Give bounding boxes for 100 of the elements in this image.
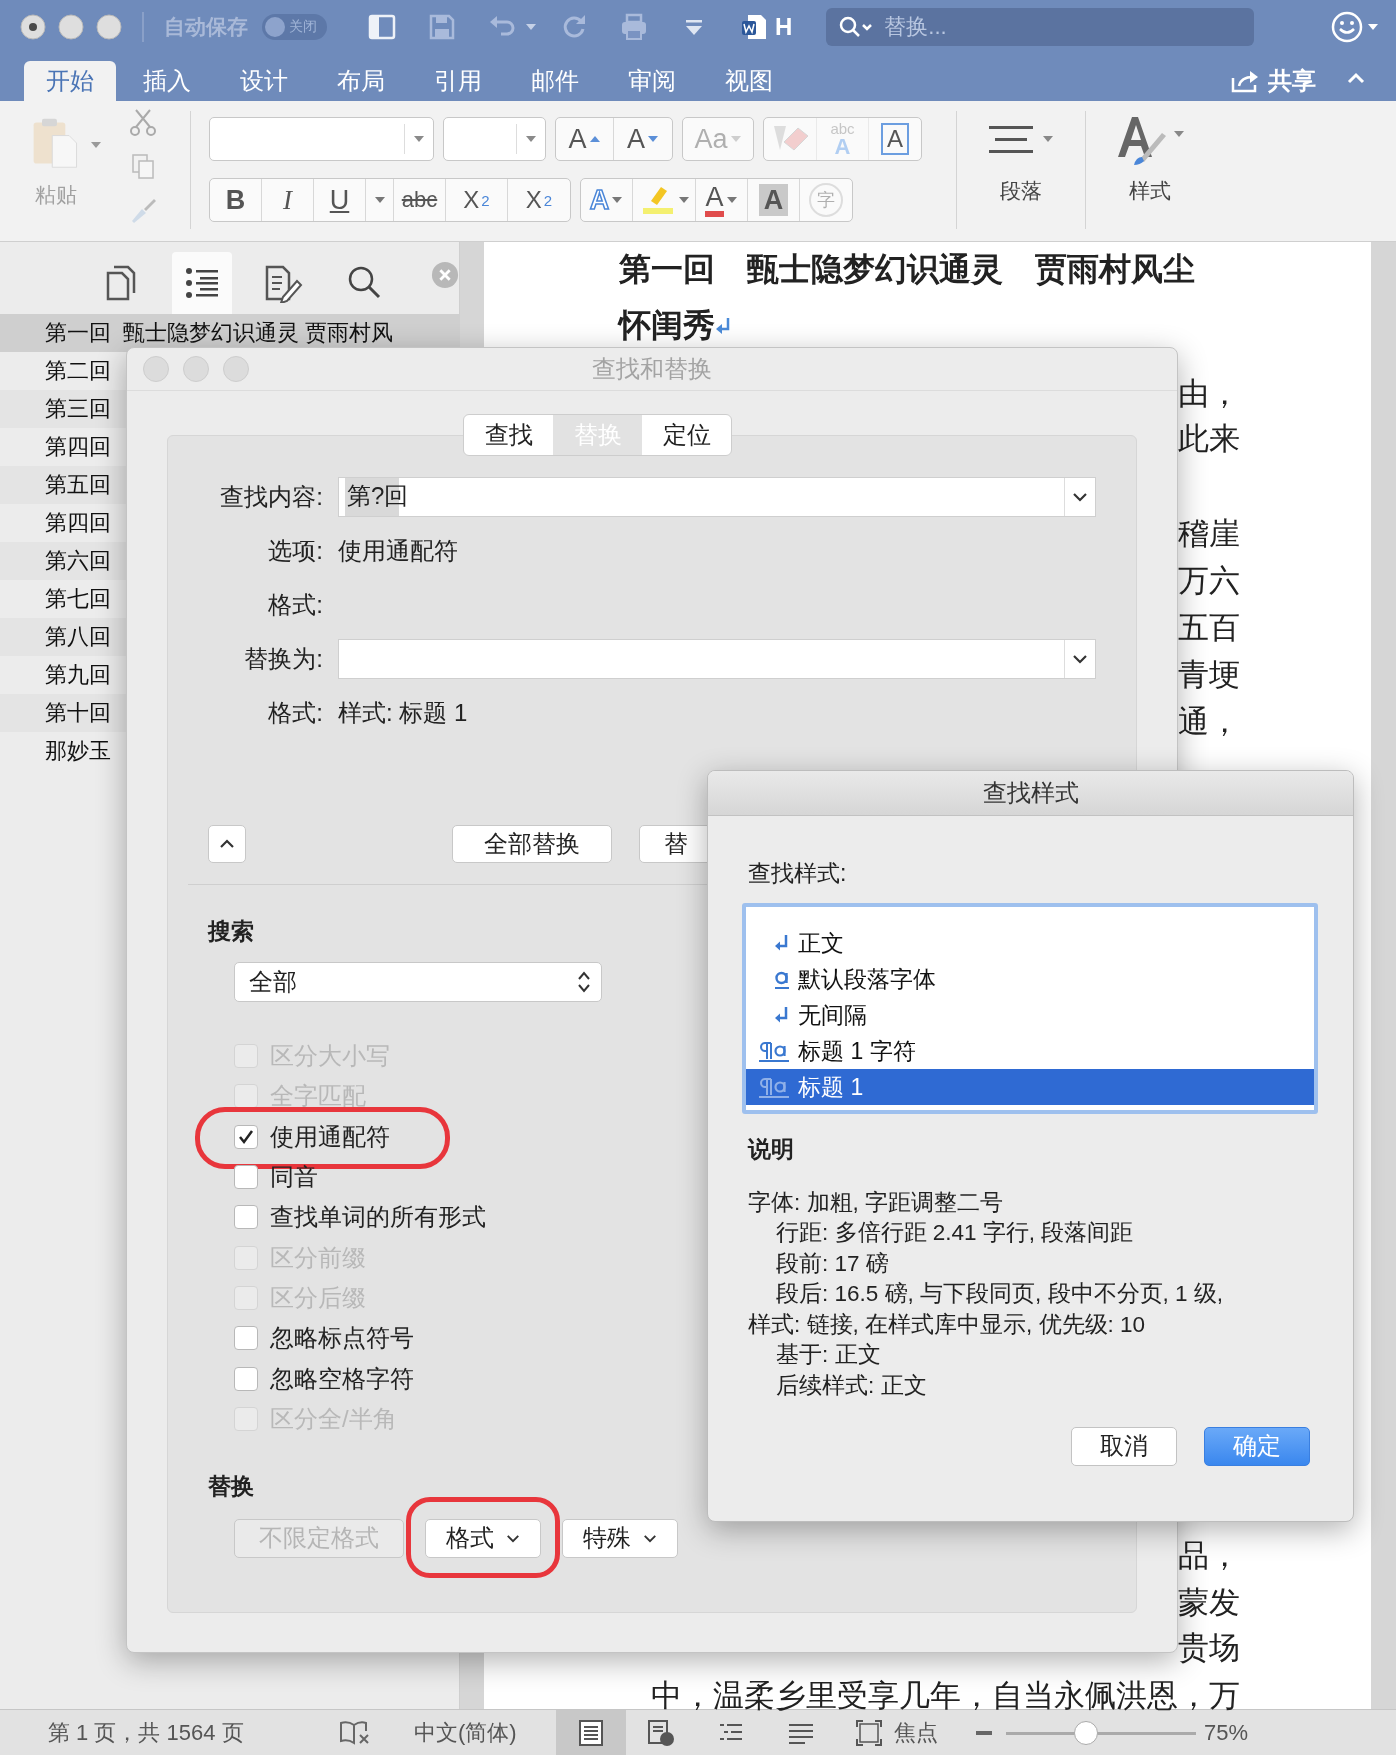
focus-button[interactable]: 焦点 — [854, 1717, 938, 1748]
italic-button[interactable]: I — [262, 179, 314, 221]
body-text: 由， — [1178, 375, 1240, 413]
heading-text: 第一回 甄士隐梦幻识通灵 贾雨村风尘 — [619, 250, 1195, 289]
body-text: 品， — [1178, 1537, 1240, 1575]
strikethrough-button[interactable]: abc — [394, 179, 446, 221]
replace-field[interactable] — [338, 639, 1096, 679]
dialog-tab[interactable]: 查找 — [464, 415, 553, 455]
focus-frame-icon — [854, 1717, 884, 1748]
search-scope-dropdown[interactable]: 全部 — [234, 962, 602, 1002]
checkbox[interactable] — [234, 1366, 258, 1391]
underline-button[interactable]: U — [314, 179, 366, 221]
styles-button[interactable]: 样式 — [1086, 101, 1214, 205]
font-name-field[interactable] — [209, 117, 434, 161]
paragraph-button[interactable]: 段落 — [957, 101, 1085, 205]
caret-icon[interactable] — [90, 141, 102, 149]
linked-style-icon — [758, 1040, 790, 1062]
checkbox[interactable] — [234, 1326, 258, 1351]
print-icon[interactable] — [619, 12, 649, 42]
style-item[interactable]: 默认段落字体 — [746, 961, 1314, 997]
search-icon — [838, 15, 875, 39]
chevron-up-icon — [219, 839, 235, 849]
description-line: 段后: 16.5 磅, 与下段同页, 段中不分页, 1 级, — [775, 1280, 1224, 1309]
checkbox[interactable] — [234, 1205, 258, 1230]
dialog-title: 查找和替换 — [592, 354, 712, 384]
caret-icon[interactable] — [525, 23, 537, 31]
field-value: 使用通配符 — [338, 536, 458, 566]
window-close-button[interactable] — [20, 14, 46, 40]
caret-icon — [729, 135, 742, 143]
character-border-button[interactable]: A — [869, 118, 921, 160]
description-line: 字体: 加粗, 字距调整二号 — [748, 1188, 1003, 1217]
checkbox[interactable] — [234, 1124, 258, 1149]
outline-tab[interactable] — [171, 252, 232, 314]
body-text: 蒙发 — [1178, 1584, 1240, 1622]
search-field[interactable]: 替换... — [826, 8, 1255, 46]
dialog-tab[interactable]: 定位 — [642, 415, 731, 455]
scissors-icon[interactable] — [128, 107, 158, 137]
menu-button[interactable]: 格式 — [425, 1518, 541, 1558]
window-zoom-button[interactable] — [96, 14, 122, 40]
zoom-slider[interactable] — [1006, 1719, 1196, 1746]
body-text: 青埂 — [1178, 656, 1240, 694]
body-text: 万六 — [1178, 562, 1240, 600]
option-label: 同音 — [270, 1162, 318, 1193]
chevron-down-icon — [506, 1533, 520, 1543]
page-count: 第 1 页，共 1564 页 — [48, 1718, 245, 1747]
option-label: 忽略空格字符 — [270, 1363, 414, 1394]
menu-button[interactable]: 特殊 — [562, 1518, 678, 1558]
style-item[interactable]: 标题 1 字符 — [746, 1033, 1314, 1069]
bold-button[interactable]: B — [210, 179, 262, 221]
body-text: 此来 — [1178, 420, 1240, 458]
language-label[interactable]: 中文(简体) — [414, 1717, 556, 1748]
book-icon[interactable] — [338, 1718, 372, 1747]
field-label: 替换为: — [243, 644, 323, 674]
text-effects-button[interactable]: A — [581, 179, 633, 221]
paragraph-mark-icon — [715, 316, 731, 336]
smiley-icon[interactable] — [1330, 10, 1380, 44]
replace-all-button[interactable]: 全部替换 — [452, 825, 612, 863]
style-item[interactable]: 无间隔 — [746, 997, 1314, 1033]
web-page-icon — [646, 1717, 676, 1748]
linked-style-icon — [758, 1076, 790, 1098]
body-text: 稽崖 — [1178, 515, 1240, 553]
close-icon[interactable] — [431, 260, 459, 290]
heading-text: 怀闺秀 — [619, 306, 715, 345]
collapse-button[interactable] — [208, 825, 246, 863]
font-size-field[interactable] — [443, 117, 546, 161]
up-down-arrows-icon — [577, 970, 591, 994]
sidebar-icon[interactable] — [367, 12, 397, 42]
window-minimize-button[interactable] — [183, 356, 209, 382]
shrink-font-button[interactable]: A — [614, 118, 672, 160]
collapse-ribbon-icon[interactable] — [1346, 71, 1366, 85]
cancel-button[interactable]: 取消 — [1071, 1426, 1177, 1466]
zoom-out-icon[interactable] — [974, 1729, 994, 1736]
save-icon[interactable] — [427, 12, 457, 42]
print-layout-button[interactable] — [556, 1710, 626, 1755]
caret-icon — [413, 135, 425, 143]
document-icon — [739, 12, 769, 42]
character-shading-button[interactable]: A — [748, 179, 800, 221]
option-label: 使用通配符 — [270, 1121, 390, 1152]
style-item[interactable]: 标题 1 — [746, 1069, 1314, 1105]
option-label: 忽略标点符号 — [270, 1323, 414, 1354]
chevron-down-icon — [1072, 654, 1088, 664]
document-pencil-icon — [263, 263, 304, 303]
field-label: 格式: — [267, 590, 323, 620]
heading-item[interactable]: 第一回 甄士隐梦幻识通灵 贾雨村风 — [0, 314, 459, 352]
description-line: 后续样式: 正文 — [775, 1371, 927, 1400]
field-value: 样式: 标题 1 — [338, 698, 468, 728]
chevron-down-icon — [643, 1533, 657, 1543]
font-color-button[interactable]: A — [696, 179, 748, 221]
ribbon-tab[interactable]: 开始 — [24, 61, 116, 101]
find-field[interactable]: 第?回 — [338, 477, 1096, 517]
window-minimize-button[interactable] — [58, 14, 84, 40]
description-line: 行距: 多倍行距 2.41 字行, 段落间距 — [775, 1219, 1134, 1248]
caret-icon — [525, 135, 537, 143]
grow-font-button[interactable]: A — [556, 118, 614, 160]
return-arrow-icon — [774, 1006, 790, 1024]
window-zoom-button[interactable] — [223, 356, 249, 382]
checkbox[interactable] — [234, 1165, 258, 1190]
style-list[interactable]: 正文 默认段落字体 无间隔 标题 1 字符 标题 1 — [742, 903, 1318, 1114]
list-label: 查找样式: — [748, 859, 848, 888]
style-item[interactable]: 正文 — [746, 925, 1314, 961]
